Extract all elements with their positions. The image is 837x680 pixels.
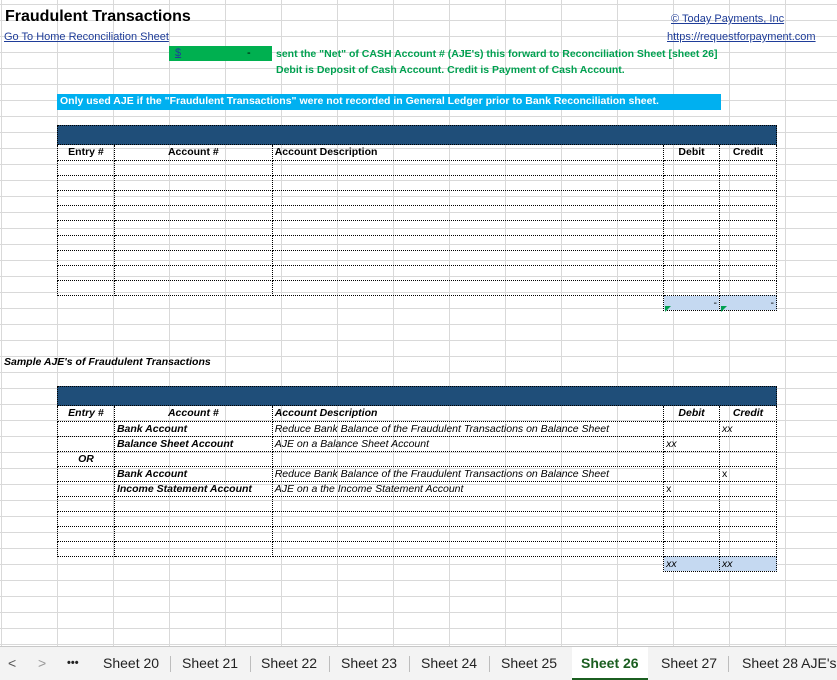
account-cell[interactable] [113,451,273,467]
note-banner: Only used AJE if the "Fraudulent Transac… [57,94,721,110]
entry-cell[interactable] [57,481,115,497]
credit-cell[interactable]: x [719,466,777,482]
debit-cell[interactable]: xx [663,436,720,452]
table-row[interactable] [57,265,777,281]
account-cell[interactable]: Bank Account [113,421,273,437]
col-account-header: Account # [113,406,273,422]
credit-cell[interactable]: xx [719,421,777,437]
error-indicator-icon [665,306,671,312]
tab-sheet-20[interactable]: Sheet 20 [103,647,159,680]
table-row[interactable] [57,235,777,251]
account-cell[interactable]: Bank Account [113,466,273,482]
table-row[interactable]: Bank Account Reduce Bank Balance of the … [57,421,777,437]
instruction-line-1: sent the "Net" of CASH Account # (AJE's)… [276,48,718,60]
error-indicator-icon [721,306,727,312]
net-cash-cell[interactable]: $ - [169,46,272,61]
sample-section-title: Sample AJE's of Fraudulent Transactions [4,356,211,368]
debit-cell[interactable] [663,421,720,437]
entry-cell[interactable] [57,466,115,482]
tab-sheet-24[interactable]: Sheet 24 [421,647,477,680]
account-cell[interactable]: Income Statement Account [113,481,273,497]
home-reconciliation-link[interactable]: Go To Home Reconciliation Sheet [4,31,169,43]
debit-cell[interactable] [663,466,720,482]
net-cash-value: - [247,47,251,59]
instruction-line-2: Debit is Deposit of Cash Account. Credit… [276,64,625,76]
company-link[interactable]: © Today Payments, Inc [671,13,784,25]
col-debit-header: Debit [663,145,720,161]
table-row[interactable]: OR [57,451,777,467]
tab-sheet-26[interactable]: Sheet 26 [572,647,648,680]
debit-cell[interactable] [663,451,720,467]
entry-cell[interactable] [57,421,115,437]
col-description-header: Account Description [271,406,665,422]
description-cell[interactable]: Reduce Bank Balance of the Fraudulent Tr… [271,466,665,482]
website-link[interactable]: https://requestforpayment.com [667,31,816,43]
sheet-title: Fraudulent Transactions [5,8,191,25]
table-row[interactable] [57,175,777,191]
description-cell[interactable]: Reduce Bank Balance of the Fraudulent Tr… [271,421,665,437]
table-row[interactable] [57,496,777,512]
table-row[interactable] [57,526,777,542]
tab-scroll-next-icon[interactable]: > [38,647,46,680]
table-row[interactable] [57,511,777,527]
description-cell[interactable] [271,451,665,467]
col-entry-header: Entry # [57,145,115,161]
credit-cell[interactable] [719,451,777,467]
credit-cell[interactable] [719,481,777,497]
aje-entry-table: Entry # Account # Account Description De… [57,145,777,311]
tab-scroll-prev-icon[interactable]: < [8,647,16,680]
table-row[interactable] [57,205,777,221]
description-cell[interactable]: AJE on a Balance Sheet Account [271,436,665,452]
col-description-header: Account Description [271,145,665,161]
account-cell[interactable]: Balance Sheet Account [113,436,273,452]
entry-cell[interactable] [57,436,115,452]
table-row[interactable] [57,250,777,266]
col-account-header: Account # [113,145,273,161]
tab-sheet-21[interactable]: Sheet 21 [182,647,238,680]
col-entry-header: Entry # [57,406,115,422]
table1-total-debit[interactable]: - [663,295,720,311]
table-row[interactable] [57,160,777,176]
table-row[interactable]: Balance Sheet Account AJE on a Balance S… [57,436,777,452]
description-cell[interactable]: AJE on a the Income Statement Account [271,481,665,497]
table1-header-bar [57,125,777,145]
tab-sheet-28[interactable]: Sheet 28 AJE's [742,647,837,680]
tab-sheet-23[interactable]: Sheet 23 [341,647,397,680]
credit-cell[interactable] [719,436,777,452]
sample-aje-table: Entry # Account # Account Description De… [57,406,777,572]
col-credit-header: Credit [719,145,777,161]
net-cash-symbol: $ [175,47,182,59]
table2-total-debit[interactable]: xx [663,556,720,572]
entry-cell[interactable]: OR [57,451,115,467]
tab-sheet-27[interactable]: Sheet 27 [661,647,717,680]
col-credit-header: Credit [719,406,777,422]
table-row[interactable]: Bank Account Reduce Bank Balance of the … [57,466,777,482]
debit-cell[interactable]: x [663,481,720,497]
sheet-tab-bar: < > ••• Sheet 20 Sheet 21 Sheet 22 Sheet… [0,646,837,680]
table2-total-credit[interactable]: xx [719,556,777,572]
table1-total-credit[interactable]: - [719,295,777,311]
table-row[interactable] [57,220,777,236]
tab-sheet-22[interactable]: Sheet 22 [261,647,317,680]
table2-header-bar [57,386,777,406]
col-debit-header: Debit [663,406,720,422]
more-tabs-icon[interactable]: ••• [67,647,79,680]
table-row[interactable] [57,280,777,296]
table-row[interactable]: Income Statement Account AJE on a the In… [57,481,777,497]
table-row[interactable] [57,541,777,557]
table2-total-row[interactable]: xx xx [58,555,777,572]
table-row[interactable] [57,190,777,206]
tab-sheet-25[interactable]: Sheet 25 [501,647,557,680]
